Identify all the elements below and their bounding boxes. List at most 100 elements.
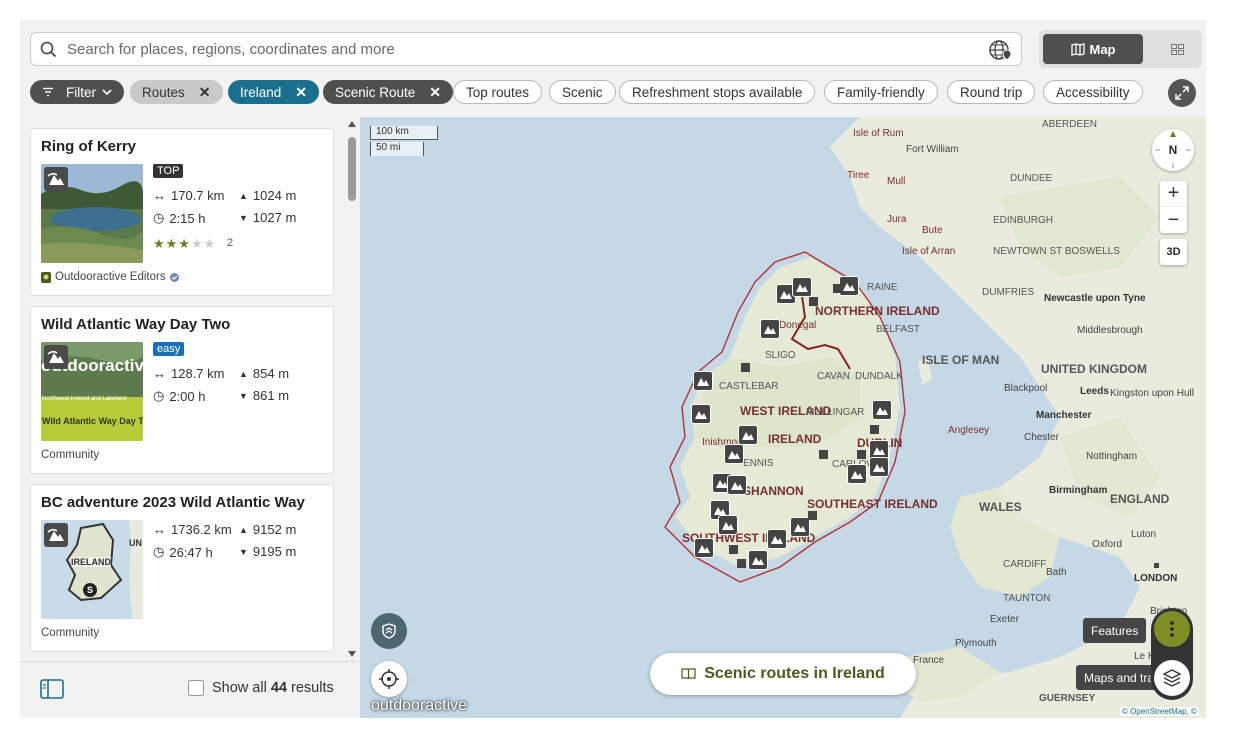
distance-icon: ↔: [153, 366, 166, 381]
poi-marker-icon[interactable]: [833, 284, 842, 293]
result-card[interactable]: Ring of Kerry TOP ↔ 170.7 km ▲ 1024 m ◷ 2:1…: [30, 128, 334, 296]
result-title[interactable]: BC adventure 2023 Wild Atlantic Way: [41, 494, 305, 511]
3d-button[interactable]: 3D: [1160, 239, 1187, 265]
map-view-button[interactable]: Map: [1043, 34, 1143, 64]
map-label: GUERNSEY: [1039, 693, 1096, 704]
scroll-up-icon[interactable]: [348, 121, 356, 127]
features-button[interactable]: [1154, 611, 1190, 647]
chevron-down-icon: [102, 88, 112, 95]
map-label: Anglesey: [948, 425, 990, 436]
route-pin-icon[interactable]: [760, 319, 780, 339]
suggestion-chip[interactable]: Top routes: [453, 80, 543, 104]
author[interactable]: Community: [41, 627, 99, 639]
maps-trails-button[interactable]: [1154, 660, 1190, 696]
map-label: Exeter: [990, 614, 1019, 625]
list-scrollbar[interactable]: [346, 119, 358, 661]
show-all-checkbox[interactable]: [188, 680, 204, 696]
poi-marker-icon[interactable]: [741, 363, 750, 372]
route-pin-icon[interactable]: [738, 425, 758, 445]
filter-button[interactable]: Filter: [30, 80, 124, 104]
result-thumbnail[interactable]: [41, 164, 143, 263]
map-label: Newcastle upon Tyne: [1044, 293, 1146, 304]
route-pin-icon[interactable]: [847, 464, 867, 484]
poi-marker-icon[interactable]: [729, 545, 738, 554]
suggestion-chip[interactable]: Scenic: [549, 80, 616, 104]
result-card[interactable]: BC adventure 2023 Wild Atlantic Way IREL…: [30, 484, 334, 652]
map-label: NEWTOWN ST BOSWELLS: [993, 246, 1120, 257]
result-thumbnail[interactable]: IRELAND UN S: [41, 520, 143, 619]
app-window: Map Filter Routes ✕ Ireland ✕ Scenic Rou…: [20, 20, 1206, 718]
poi-marker-icon[interactable]: [819, 450, 828, 459]
poi-marker-icon[interactable]: [870, 425, 879, 434]
map-icon: [1070, 42, 1085, 56]
route-pin-icon[interactable]: [691, 404, 711, 424]
poi-marker-icon[interactable]: [1154, 563, 1159, 568]
zoom-out-button[interactable]: −: [1160, 207, 1187, 233]
remove-filter-icon[interactable]: ✕: [429, 84, 441, 101]
shield-button[interactable]: [371, 613, 407, 649]
map-label: Plymouth: [955, 638, 997, 649]
active-filter-chip[interactable]: Routes ✕: [130, 80, 223, 104]
route-pin-icon[interactable]: [718, 515, 738, 535]
scrollbar-thumb[interactable]: [348, 137, 356, 201]
result-thumbnail[interactable]: outdooractive Northwest Ireland and Lake…: [41, 342, 143, 441]
zoom-in-button[interactable]: +: [1160, 181, 1187, 207]
book-icon: [681, 668, 696, 680]
route-pin-icon[interactable]: [694, 538, 714, 558]
map-label: Isle of Rum: [853, 128, 904, 139]
result-title[interactable]: Ring of Kerry: [41, 138, 136, 155]
map-attribution[interactable]: © OpenStreetMap, ©: [1120, 707, 1199, 716]
suggestion-chip[interactable]: Refreshment stops available: [619, 80, 816, 104]
route-pin-icon[interactable]: [839, 276, 859, 296]
globe-location-icon[interactable]: [989, 39, 1013, 61]
poi-marker-icon[interactable]: [808, 511, 817, 520]
suggestion-chip[interactable]: Family-friendly: [824, 80, 938, 104]
filter-icon: [43, 87, 53, 97]
search-input[interactable]: [67, 33, 967, 65]
distance-stat: ↔ 1736.2 km: [153, 522, 232, 537]
poi-marker-icon[interactable]: [809, 297, 818, 306]
route-pin-icon[interactable]: [869, 457, 889, 477]
route-pin-icon[interactable]: [748, 550, 768, 570]
descent-value: 861 m: [252, 388, 290, 403]
list-view-button[interactable]: [1157, 34, 1197, 64]
map-label: ENNIS: [743, 458, 774, 469]
scale-mi: 50 mi: [370, 142, 424, 156]
poi-marker-icon[interactable]: [737, 559, 746, 568]
expand-icon: [1175, 86, 1189, 100]
map-label: Bath: [1046, 567, 1067, 578]
remove-filter-icon[interactable]: ✕: [295, 84, 307, 101]
map-fab-group: [1151, 608, 1193, 700]
route-pin-icon[interactable]: [767, 529, 787, 549]
route-pin-icon[interactable]: [724, 444, 744, 464]
route-pin-icon[interactable]: [727, 475, 747, 495]
clock-icon: ◷: [153, 388, 165, 403]
grid-icon: [1170, 43, 1184, 55]
map-canvas[interactable]: 100 km 50 mi ABERDEEN Isle of Rum Fort W…: [360, 117, 1206, 718]
scenic-routes-button[interactable]: Scenic routes in Ireland: [650, 653, 916, 695]
fullscreen-button[interactable]: [1168, 79, 1196, 107]
map-label: EDINBURGH: [993, 215, 1054, 226]
scroll-down-icon[interactable]: [348, 651, 356, 657]
author[interactable]: Outdooractive Editors: [41, 271, 179, 283]
suggestion-chip[interactable]: Round trip: [947, 80, 1036, 104]
map-label: ABERDEEN: [1042, 119, 1098, 130]
compass-button[interactable]: N: [1152, 129, 1194, 171]
locate-me-button[interactable]: [371, 661, 407, 697]
route-pin-icon[interactable]: [693, 371, 713, 391]
poi-marker-icon[interactable]: [857, 450, 866, 459]
sidebar-toggle-icon[interactable]: [40, 679, 64, 699]
route-pin-icon[interactable]: [790, 517, 810, 537]
show-all-toggle[interactable]: Show all 44 results: [188, 680, 334, 696]
route-pin-icon[interactable]: [792, 277, 812, 297]
remove-filter-icon[interactable]: ✕: [199, 84, 211, 101]
active-filter-chip[interactable]: Ireland ✕: [228, 80, 320, 104]
author[interactable]: Community: [41, 449, 99, 461]
result-title[interactable]: Wild Atlantic Way Day Two: [41, 316, 230, 333]
suggestion-chip[interactable]: Accessibility: [1043, 80, 1143, 104]
distance-value: 128.7 km: [171, 366, 225, 381]
active-filter-chip[interactable]: Scenic Route ✕: [323, 80, 454, 104]
active-filter-label: Scenic Route: [335, 84, 416, 100]
result-card[interactable]: Wild Atlantic Way Day Two outdooractive …: [30, 306, 334, 474]
route-pin-icon[interactable]: [872, 400, 892, 420]
